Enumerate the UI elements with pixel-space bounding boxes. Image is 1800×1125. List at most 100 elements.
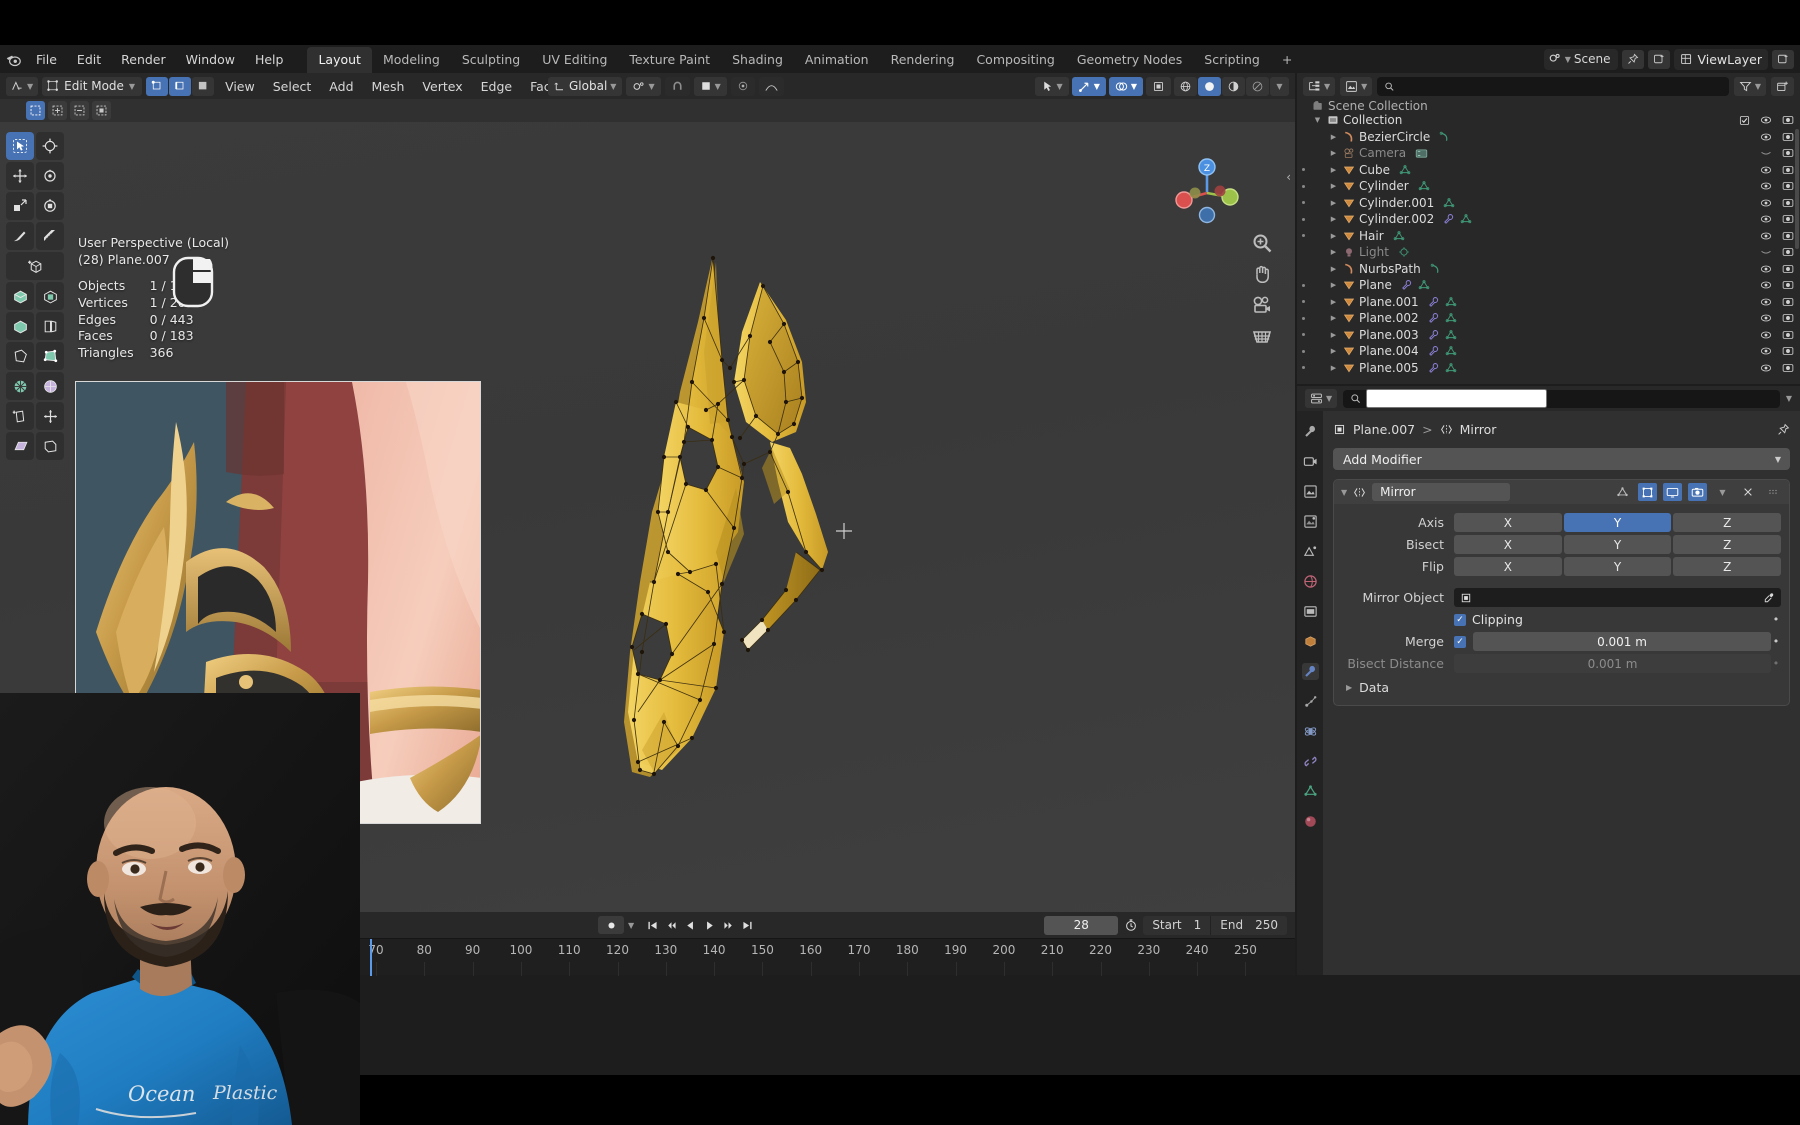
viewport-menu-view[interactable]: View <box>218 77 262 96</box>
clipping-checkbox-row[interactable]: ✓ Clipping <box>1454 612 1771 627</box>
camera-data-icon[interactable] <box>1415 147 1428 160</box>
modifier-close-button[interactable] <box>1738 483 1757 501</box>
eye-icon[interactable] <box>1760 180 1772 192</box>
outliner-row-beziercircle[interactable]: ▶BezierCircle <box>1297 129 1800 146</box>
chevron-right-icon[interactable]: ▶ <box>1327 314 1340 322</box>
tool-smooth[interactable] <box>36 372 64 400</box>
eye-icon[interactable] <box>1760 296 1772 308</box>
mesh-data-icon[interactable] <box>1445 329 1457 341</box>
outliner-row-hair[interactable]: ▶Hair <box>1297 228 1800 245</box>
outliner-restrict-dot[interactable] <box>1302 333 1305 336</box>
axis-y-toggle[interactable]: Y <box>1564 513 1672 532</box>
chevron-right-icon[interactable]: ▶ <box>1327 182 1340 190</box>
properties-search-field[interactable] <box>1366 389 1547 408</box>
mesh-data-icon[interactable] <box>1418 279 1430 291</box>
record-keyframe-button[interactable] <box>598 916 624 934</box>
constraints-tab-icon[interactable] <box>1302 753 1319 770</box>
workspace-tab-sculpting[interactable]: Sculpting <box>451 47 531 73</box>
chevron-right-icon[interactable]: ▶ <box>1327 347 1340 355</box>
start-frame-field[interactable]: Start 1 <box>1143 916 1210 935</box>
outliner-restrict-dot[interactable] <box>1302 168 1305 171</box>
modifier-icon[interactable] <box>1428 312 1440 324</box>
workspace-tab-scripting[interactable]: Scripting <box>1193 47 1271 73</box>
curve-data-icon[interactable] <box>1430 263 1442 275</box>
view-layer-selector[interactable]: ViewLayer <box>1674 49 1768 70</box>
modifier-icon[interactable] <box>1428 296 1440 308</box>
outliner-row-plane-002[interactable]: ▶Plane.002 <box>1297 310 1800 327</box>
outliner-row-nurbspath[interactable]: ▶NurbsPath <box>1297 261 1800 278</box>
eye-icon[interactable] <box>1760 246 1772 258</box>
pin-scene-button[interactable] <box>1622 50 1644 69</box>
tool-move[interactable] <box>6 162 34 190</box>
output-tab-icon[interactable] <box>1302 483 1319 500</box>
viewport-sidebar-collapse-icon[interactable]: ‹ <box>1286 170 1291 184</box>
render-camera-icon[interactable] <box>1782 131 1794 143</box>
modifier-icon[interactable] <box>1443 213 1455 225</box>
zoom-icon[interactable] <box>1251 232 1273 254</box>
outliner-restrict-dot[interactable] <box>1302 201 1305 204</box>
camera-view-icon[interactable] <box>1251 294 1273 316</box>
chevron-down-icon[interactable]: ▼ <box>628 921 634 930</box>
render-display-toggle-button[interactable] <box>1688 483 1707 501</box>
object-tab-icon[interactable] <box>1302 633 1319 650</box>
interaction-mode-selector[interactable]: Edit Mode ▼ <box>42 77 142 96</box>
outliner-row-plane-004[interactable]: ▶Plane.004 <box>1297 343 1800 360</box>
outliner-row-collection[interactable]: ▼ Collection <box>1297 112 1800 129</box>
play-reverse-button[interactable] <box>682 916 699 934</box>
render-camera-icon[interactable] <box>1782 213 1794 225</box>
flip-y-toggle[interactable]: Y <box>1564 557 1672 576</box>
workspace-tab-animation[interactable]: Animation <box>794 47 880 73</box>
workspace-tab-modeling[interactable]: Modeling <box>372 47 451 73</box>
modifier-tab-icon[interactable] <box>1302 663 1319 680</box>
tool-add-cube[interactable] <box>6 252 64 280</box>
outliner-row-cylinder[interactable]: ▶Cylinder <box>1297 178 1800 195</box>
bisect-x-toggle[interactable]: X <box>1454 535 1562 554</box>
viewport-menu-select[interactable]: Select <box>266 77 319 96</box>
outliner-display-mode-icon[interactable]: ▼ <box>1303 77 1335 96</box>
render-camera-icon[interactable] <box>1782 279 1794 291</box>
show-overlays-button[interactable]: ▼ <box>1109 77 1143 96</box>
tool-tweak[interactable] <box>6 132 34 160</box>
axis-z-toggle[interactable]: Z <box>1673 513 1781 532</box>
world-tab-icon[interactable] <box>1302 573 1319 590</box>
select-visibility-button[interactable]: ▼ <box>1035 77 1069 96</box>
tool-scale[interactable] <box>6 192 34 220</box>
eye-icon[interactable] <box>1760 131 1772 143</box>
eye-icon[interactable] <box>1760 279 1772 291</box>
outliner-row-cylinder-001[interactable]: ▶Cylinder.001 <box>1297 195 1800 212</box>
tool-edge-slide[interactable] <box>6 402 34 430</box>
mesh-data-icon[interactable] <box>1445 296 1457 308</box>
new-scene-button[interactable] <box>1648 50 1670 69</box>
mesh-data-icon[interactable] <box>1445 345 1457 357</box>
outliner-row-plane[interactable]: ▶Plane <box>1297 277 1800 294</box>
tool-rotate[interactable] <box>36 162 64 190</box>
menu-help[interactable]: Help <box>245 49 294 70</box>
menu-edit[interactable]: Edit <box>67 49 111 70</box>
eye-icon[interactable] <box>1760 345 1772 357</box>
mesh-data-icon[interactable] <box>1460 213 1472 225</box>
workspace-tab-uv-editing[interactable]: UV Editing <box>531 47 618 73</box>
mesh-data-icon[interactable] <box>1445 362 1457 374</box>
shading-material-button[interactable] <box>1222 77 1245 96</box>
modifier-icon[interactable] <box>1428 362 1440 374</box>
eye-icon[interactable] <box>1760 164 1772 176</box>
outliner-row-cylinder-002[interactable]: ▶Cylinder.002 <box>1297 211 1800 228</box>
outliner-search-input[interactable] <box>1377 77 1729 96</box>
chevron-right-icon[interactable]: ▶ <box>1327 265 1340 273</box>
render-camera-icon[interactable] <box>1782 246 1794 258</box>
tool-cursor[interactable] <box>36 132 64 160</box>
render-camera-icon[interactable] <box>1782 164 1794 176</box>
timeline-playhead[interactable] <box>370 939 372 976</box>
outliner-restrict-dot[interactable] <box>1302 350 1305 353</box>
face-select-mode-button[interactable] <box>192 77 214 96</box>
shading-rendered-button[interactable] <box>1246 77 1269 96</box>
data-tab-icon[interactable] <box>1302 783 1319 800</box>
eye-icon[interactable] <box>1760 114 1772 126</box>
render-camera-icon[interactable] <box>1782 312 1794 324</box>
tool-spin[interactable] <box>6 372 34 400</box>
mesh-data-icon[interactable] <box>1445 312 1457 324</box>
show-gizmo-button[interactable]: ▼ <box>1072 77 1106 96</box>
chevron-down-icon[interactable]: ▼ <box>1341 488 1347 497</box>
shading-wireframe-button[interactable] <box>1174 77 1197 96</box>
checkbox-icon[interactable] <box>1739 115 1750 126</box>
